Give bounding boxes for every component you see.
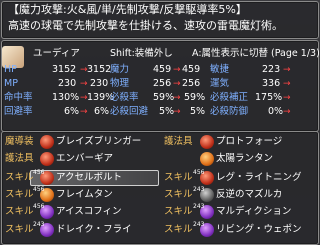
fire-orb-icon [40,135,54,149]
stat-value-mp: 230 [58,78,77,89]
skill-level: 243 [193,221,205,228]
equip-item-name[interactable]: フレイムタン [56,189,113,200]
stat-label-physical: 物理 [110,78,130,89]
gear-orb-icon [40,152,54,166]
stat-label-evasion: 回避率 [4,106,33,117]
skill-level: 243 [193,186,205,193]
equip-item-name[interactable]: ドレイク・フライ [56,224,132,235]
stat-value-luck: 336 [262,78,281,89]
equip-item-name[interactable]: レグ・ライトニング [216,172,302,183]
equip-slot-label: 護法具 [164,136,193,147]
equip-slot-label: スキル [5,206,34,217]
stat-value-hp: 3152 [52,64,77,75]
stat-label-agility: 敏捷 [210,64,230,75]
stat-arrow-magic: → [173,65,181,75]
stat-label-crit-defense: 必殺防御 [210,106,249,117]
equip-slot-label: スキル [5,189,34,200]
skill-level: 456 [33,186,45,193]
equip-slot-label: 護法具 [5,153,34,164]
unequip-hint: Shift:装備外し [110,48,173,59]
stat-new-mp: 230 [90,78,109,89]
stat-new-crit: 59% [184,92,206,103]
equip-slot-label: 魔導装 [5,136,34,147]
lantern-icon [200,152,214,166]
stat-new-physical: 256 [182,78,201,89]
skill-level: 456 [33,169,45,176]
stat-label-magic: 魔力 [110,64,130,75]
character-name: ユーディア [33,48,80,59]
stat-value-crit-evade: 5% [159,106,175,117]
equip-item-name[interactable]: マルディクション [216,206,291,217]
equip-item-name[interactable]: アイスコフィン [56,206,122,217]
equip-item-name[interactable]: アクセルボルト [56,172,122,183]
equip-item-name[interactable]: 太陽ランタン [216,153,273,164]
skill-level: 243 [193,203,205,210]
toggle-hint: A:属性表示に切替 (Page 1/3) [192,48,320,59]
skill-header: 【魔力攻撃:火&風/単/先制攻撃/反撃駆導率5%】 [8,3,247,16]
stat-arrow-crit-bonus: → [283,93,291,103]
stat-value-crit-defense: 0% [268,106,284,117]
equip-item-name[interactable]: プロトフォージ [216,136,282,147]
skill-level: 456 [193,169,205,176]
stat-value-crit: 59% [153,92,175,103]
skill-level: 243 [33,221,45,228]
stat-arrow-physical: → [173,79,181,89]
stat-new-magic: 459 [182,64,201,75]
stat-value-crit-bonus: 175% [255,92,283,103]
stat-value-evasion: 6% [64,106,80,117]
stat-label-mp: MP [4,78,18,89]
stat-arrow-mp: → [80,79,88,89]
stat-arrow-crit-defense: → [283,107,291,117]
equip-item-name[interactable]: エンバーギア [56,153,113,164]
stat-arrow-luck: → [283,79,291,89]
equipment-status-window: 【魔力攻撃:火&風/単/先制攻撃/反撃駆導率5%】 高速の球電で先制攻撃を仕掛け… [0,0,320,245]
skill-level: 456 [33,203,45,210]
stat-arrow-agility: → [283,65,291,75]
stat-label-hit: 命中率 [4,92,33,103]
stat-value-magic: 459 [153,64,172,75]
skill-description: 高速の球電で先制攻撃を仕掛ける、速攻の雷電魔灯術。 [8,19,283,32]
equip-item-name[interactable]: 反逆のマズルカ [216,189,282,200]
stat-label-crit: 必殺率 [110,92,139,103]
stat-arrow-crit-evade: → [173,107,181,117]
stat-new-crit-evade: 5% [190,106,206,117]
stat-label-crit-evade: 必殺回避 [110,106,149,117]
equip-slot-label: スキル [5,224,34,235]
forge-orb-icon [200,135,214,149]
stat-new-hp: 3152 [87,64,112,75]
equip-slot-label: スキル [164,224,193,235]
equip-slot-label: スキル [5,172,34,183]
stat-label-crit-bonus: 必殺補正 [210,92,249,103]
stat-new-evasion: 6% [94,106,110,117]
equip-slot-label: スキル [164,172,193,183]
stat-value-physical: 256 [153,78,172,89]
stat-label-hp: HP [4,64,17,75]
stat-arrow-crit: → [173,93,181,103]
equip-item-name[interactable]: ブレイズブリンガー [56,136,141,147]
equip-item-name[interactable]: リビング・ウェポン [216,224,302,235]
stat-label-luck: 運気 [210,78,230,89]
equip-slot-label: スキル [164,189,193,200]
stat-value-agility: 223 [262,64,281,75]
stat-arrow-evasion: → [80,107,88,117]
equip-slot-label: スキル [164,206,193,217]
stat-value-hit: 130% [52,92,80,103]
